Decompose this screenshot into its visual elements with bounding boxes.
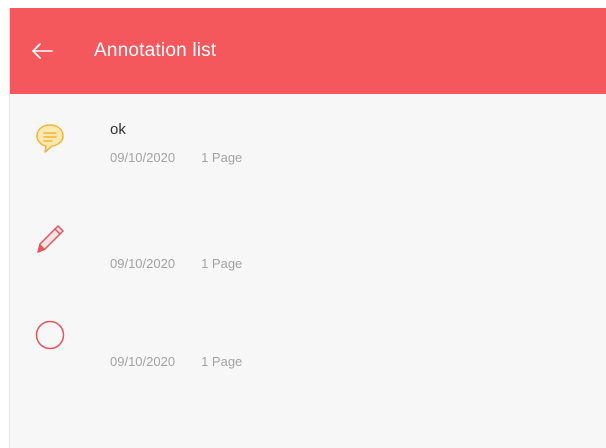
annotation-list: ok 09/10/2020 1 Page 09/10/2020 1 Page 09/…	[10, 94, 606, 391]
annotation-pages: 1 Page	[201, 150, 243, 165]
annotation-text: ok	[110, 121, 126, 138]
annotation-meta: 09/10/2020 1 Page	[110, 150, 242, 165]
comment-bubble-icon	[36, 124, 64, 153]
arrow-left-icon	[32, 43, 53, 59]
annotation-date: 09/10/2020	[110, 354, 176, 369]
pencil-icon	[37, 225, 64, 253]
page-title: Annotation list	[94, 40, 217, 61]
annotation-pages: 1 Page	[201, 256, 243, 271]
annotation-item-comment[interactable]: ok 09/10/2020 1 Page	[10, 94, 606, 193]
annotation-meta: 09/10/2020 1 Page	[110, 256, 242, 271]
annotation-list-screen: Annotation list ok 09/10/2020 1 Page 09/1…	[10, 8, 606, 448]
annotation-item-pencil[interactable]: 09/10/2020 1 Page	[10, 193, 606, 292]
annotation-date: 09/10/2020	[110, 256, 176, 271]
annotation-date: 09/10/2020	[110, 150, 176, 165]
app-header: Annotation list	[10, 8, 606, 94]
annotation-item-circle[interactable]: 09/10/2020 1 Page	[10, 292, 606, 391]
annotation-meta: 09/10/2020 1 Page	[110, 354, 242, 369]
back-button[interactable]	[28, 37, 56, 65]
circle-shape-icon	[35, 320, 65, 350]
annotation-pages: 1 Page	[201, 354, 243, 369]
